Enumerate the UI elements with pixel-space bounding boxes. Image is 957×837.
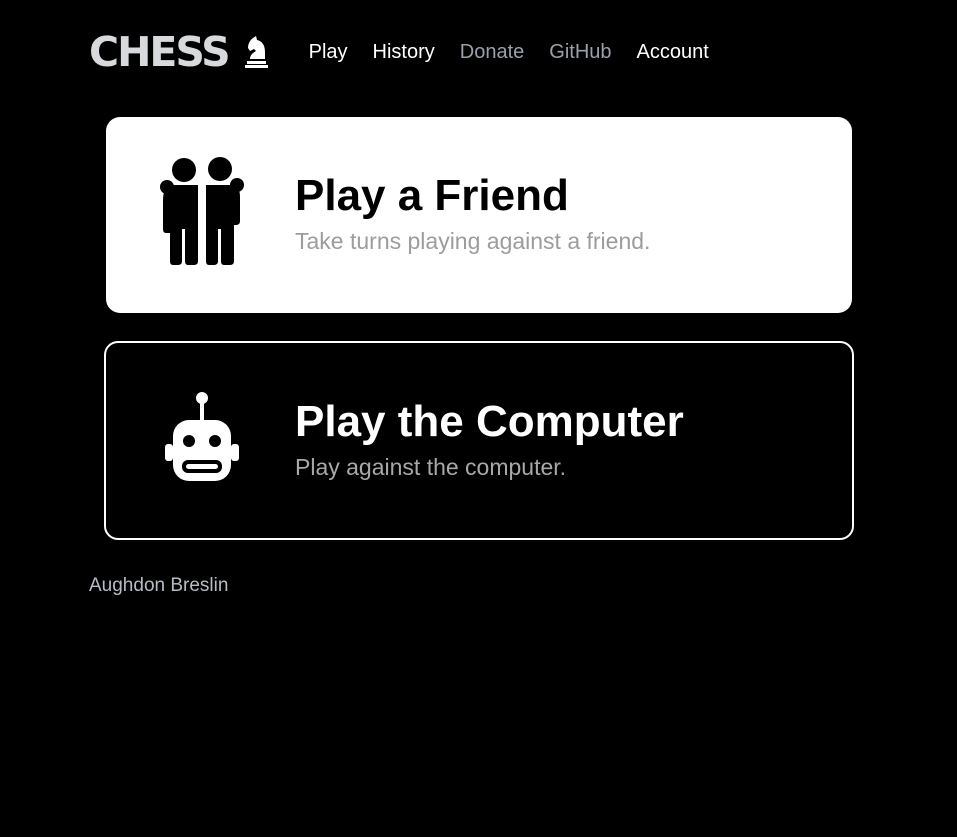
logo-link[interactable]: CHESS xyxy=(89,28,269,76)
nav-github[interactable]: GitHub xyxy=(549,28,611,76)
robot-icon xyxy=(165,392,239,481)
card-description: Play against the computer. xyxy=(295,454,567,480)
footer-author: Aughdon Breslin xyxy=(89,575,229,596)
site-header: CHESS Play History Donate GitHub Account xyxy=(89,28,734,76)
card-title: Play a Friend xyxy=(295,171,569,220)
main-nav: Play History Donate GitHub Account xyxy=(309,28,734,76)
two-people-icon xyxy=(160,157,244,265)
play-friend-card[interactable]: Play a Friend Take turns playing against… xyxy=(106,117,852,313)
card-description: Take turns playing against a friend. xyxy=(295,228,651,254)
card-title: Play the Computer xyxy=(295,397,684,446)
knight-icon xyxy=(244,36,268,68)
nav-history[interactable]: History xyxy=(373,28,435,76)
logo-text: CHESS xyxy=(89,28,231,76)
nav-play[interactable]: Play xyxy=(309,28,348,76)
nav-account[interactable]: Account xyxy=(637,28,709,76)
play-computer-card[interactable]: Play the Computer Play against the compu… xyxy=(104,341,854,540)
nav-donate[interactable]: Donate xyxy=(460,28,525,76)
